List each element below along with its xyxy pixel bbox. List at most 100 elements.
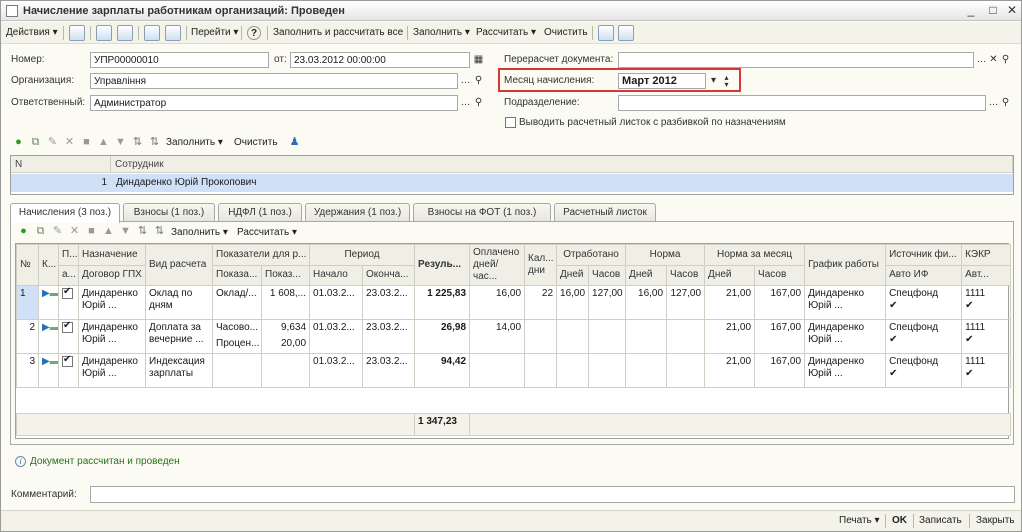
start-cell[interactable]: 01.03.2... [309,285,364,320]
column-header-contract[interactable]: Договор ГПХ [78,264,146,286]
print-menu[interactable]: Печать ▾ [839,514,880,528]
number-field[interactable]: УПР00000010 [90,52,269,68]
sort-desc-icon[interactable]: ⇅ [153,225,166,238]
edit-icon[interactable]: ✎ [51,225,64,238]
column-header-schedule[interactable]: График работы [804,244,887,286]
paid-cell[interactable]: 14,00 [469,319,526,354]
column-header-norm-days[interactable]: Дней [625,264,668,286]
tab-payslip[interactable]: Расчетный листок [554,203,656,222]
sort-desc-icon[interactable]: ⇅ [148,136,161,149]
search-icon[interactable]: ⚲ [999,96,1012,110]
start-cell[interactable]: 01.03.2... [309,353,364,388]
kekr-cell[interactable]: 1111 ✔ [961,353,1012,388]
calculate-menu[interactable]: Рассчитать ▾ [476,25,536,41]
assignment-cell[interactable]: Диндаренко Юрій ... [78,285,146,320]
chevron-down-icon[interactable]: ▾ [707,74,720,88]
column-header-p2[interactable]: а... [58,264,79,286]
close-window-button[interactable]: ✕ [1004,3,1020,18]
indicator2-cell[interactable] [260,353,311,388]
accruals-calculate-menu[interactable]: Рассчитать ▾ [237,225,297,241]
column-header-start[interactable]: Начало [309,264,364,286]
source-cell[interactable]: Спецфонд ✔ [885,285,963,320]
close-button[interactable]: Закрыть [976,514,1015,528]
column-header-result[interactable]: Резуль... [414,244,471,286]
print-sheet-checkbox[interactable] [505,117,516,128]
fill-calc-all-button[interactable]: Заполнить и рассчитать все [273,25,403,41]
structure-icon[interactable] [598,25,614,41]
assignment-cell[interactable]: Диндаренко Юрій ... [78,353,146,388]
month-days-cell[interactable]: 21,00 [704,353,756,388]
norm-days-cell[interactable] [625,353,668,388]
column-header-ind2[interactable]: Показ... [260,264,311,286]
worked-hours-cell[interactable] [588,319,627,354]
sort-asc-icon[interactable]: ⇅ [131,136,144,149]
end-edit-icon[interactable]: ■ [85,225,98,238]
column-header-worked-hours[interactable]: Часов [588,264,627,286]
table-row[interactable]: 3 ▶▬ Диндаренко Юрій ... Индексация зарп… [16,353,1012,388]
column-header-assignment[interactable]: Назначение [78,244,146,266]
column-header-kekr2[interactable]: Авт... [961,264,1012,286]
norm-hours-cell[interactable]: 127,00 [666,285,706,320]
column-header-month-hours[interactable]: Часов [754,264,806,286]
flag-icon[interactable]: ▶▬ [38,319,59,354]
calc-type-cell[interactable]: Оклад по дням [145,285,213,320]
ok-button[interactable]: OK [892,514,907,528]
month-days-cell[interactable]: 21,00 [704,319,756,354]
start-cell[interactable]: 01.03.2... [309,319,364,354]
employees-fill-menu[interactable]: Заполнить ▾ [166,135,223,151]
column-header-norm[interactable]: Норма [625,244,706,266]
delete-icon[interactable]: ✕ [63,136,76,149]
fill-menu[interactable]: Заполнить ▾ [413,25,470,41]
search-icon[interactable]: ⚲ [999,53,1012,67]
table-row[interactable]: 1 Диндаренко Юрій Прокопович [11,174,1013,192]
edit-icon[interactable]: ✎ [46,136,59,149]
calc-type-cell[interactable]: Индексация зарплаты [145,353,213,388]
schedule-cell[interactable]: Диндаренко Юрій ... [804,319,887,354]
date-field[interactable]: 23.03.2012 00:00:00 [290,52,470,68]
norm-hours-cell[interactable] [666,353,706,388]
tab-payroll-contributions[interactable]: Взносы на ФОТ (1 поз.) [413,203,551,222]
worked-hours-cell[interactable]: 127,00 [588,285,627,320]
post-icon[interactable] [144,25,160,41]
month-hours-cell[interactable]: 167,00 [754,285,806,320]
department-field[interactable] [618,95,986,111]
maximize-button[interactable]: □ [985,3,1001,18]
row-checkbox[interactable] [62,355,73,367]
responsible-field[interactable]: Администратор [90,95,458,111]
column-header-end[interactable]: Оконча... [362,264,416,286]
actions-menu[interactable]: Действия ▾ [6,25,58,41]
help-icon[interactable]: ? [247,26,261,40]
worked-hours-cell[interactable] [588,353,627,388]
calc-type-cell[interactable]: Доплата за вечерние ... [145,319,213,354]
search-icon[interactable]: ⚲ [472,74,485,88]
column-header-k[interactable]: К... [38,244,59,286]
cal-days-cell[interactable] [524,319,558,354]
cal-days-cell[interactable] [524,353,558,388]
table-row[interactable]: 2 ▶▬ Диндаренко Юрій ... Доплата за вече… [16,319,1012,354]
add-icon[interactable]: ● [12,136,25,149]
move-up-icon[interactable]: ▲ [97,136,110,149]
recalc-field[interactable] [618,52,974,68]
copy-icon[interactable] [117,25,133,41]
row-checkbox[interactable] [62,321,73,333]
tab-deductions[interactable]: Удержания (1 поз.) [305,203,410,222]
tab-contributions[interactable]: Взносы (1 поз.) [123,203,215,222]
refresh-icon[interactable] [96,25,112,41]
norm-days-cell[interactable] [625,319,668,354]
copy-icon[interactable]: ⧉ [29,136,42,149]
copy-icon[interactable]: ⧉ [34,225,47,238]
column-header-num[interactable]: № [16,244,39,286]
month-hours-cell[interactable]: 167,00 [754,353,806,388]
end-cell[interactable]: 23.03.2... [362,285,416,320]
back-icon[interactable] [69,25,85,41]
end-cell[interactable]: 23.03.2... [362,353,416,388]
tab-ndfl[interactable]: НДФЛ (1 поз.) [218,203,302,222]
kekr-cell[interactable]: 1111 ✔ [961,319,1012,354]
add-icon[interactable]: ● [17,225,30,238]
unpost-icon[interactable] [165,25,181,41]
table-row[interactable]: 1 ▶▬ Диндаренко Юрій ... Оклад по дням О… [16,285,1012,320]
indicator2-cell[interactable]: 9,634 20,00 [260,319,311,354]
column-header-norm-month[interactable]: Норма за месяц [704,244,806,266]
schedule-cell[interactable]: Диндаренко Юрій ... [804,285,887,320]
worked-days-cell[interactable] [556,319,590,354]
